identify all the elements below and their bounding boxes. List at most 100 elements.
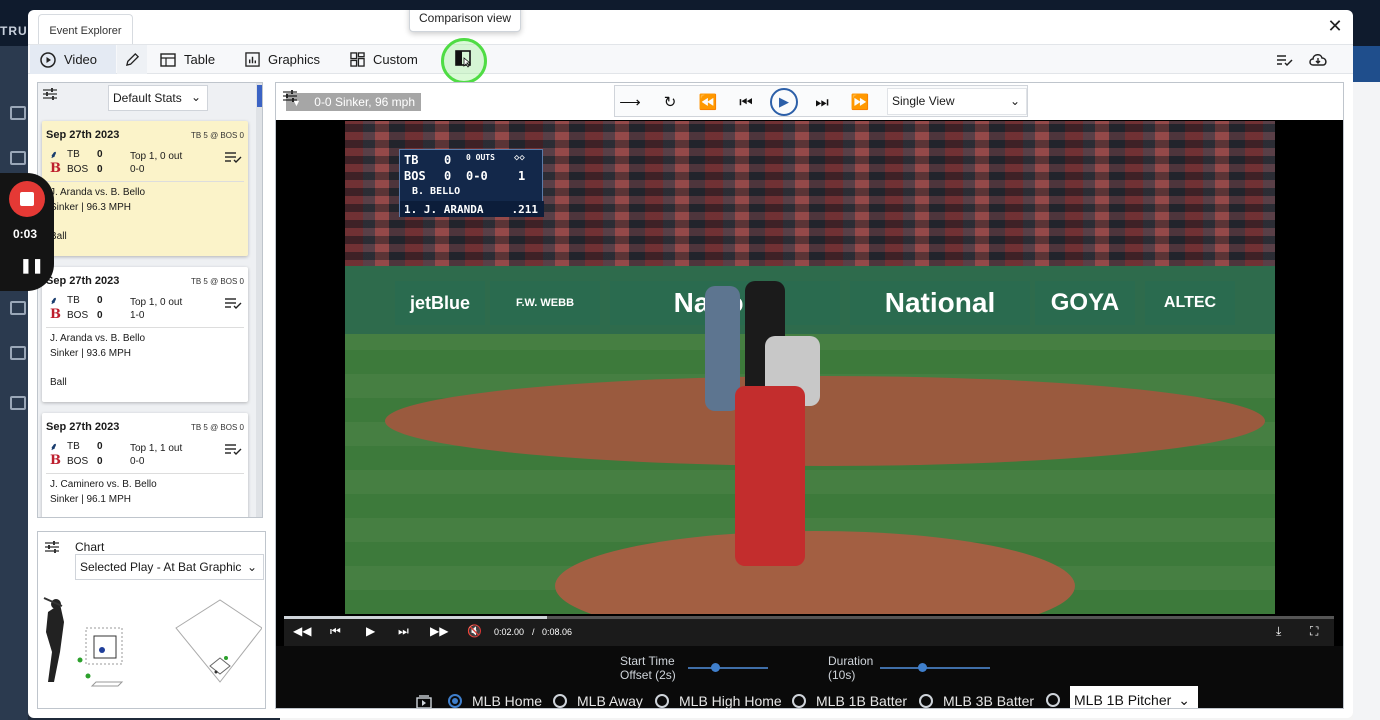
camera-option-mlb-away[interactable]: MLB Away [553,693,643,708]
sidebar-icon[interactable] [10,106,26,120]
fast-forward-icon[interactable]: ▶▶ [430,624,448,638]
stats-select-value: Default Stats [113,91,182,105]
sidebar-icon[interactable] [10,346,26,360]
home-team: BOS [67,456,89,467]
duration-knob[interactable] [918,663,927,672]
radio-unselected [1046,693,1060,707]
filter-sliders-icon[interactable] [42,87,58,101]
camera-select-value: MLB 1B Pitcher [1074,692,1172,708]
start-time-label: Start Time [620,654,675,668]
tab-custom[interactable]: Custom [350,45,418,74]
chart-panel: Chart Selected Play - At Bat Graphic ⌄ [37,531,266,709]
tb-logo-icon: ⸙ [50,296,58,307]
playlist-add-icon[interactable] [224,443,242,457]
comparison-view-tooltip: Comparison view [409,10,522,32]
sb-away: TB [404,153,419,167]
play-icon[interactable]: ▶ [770,88,798,116]
play-card[interactable]: Sep 27th 2023 TB 5 @ BOS 0 ⸙ B TB BOS 0 … [42,267,248,402]
rewind-icon[interactable]: ⏪ [696,90,720,114]
play-inning: Top 1, 0 out [130,151,183,162]
sidebar-icon[interactable] [10,151,26,165]
tab-graphics-label: Graphics [268,52,321,67]
duration-label: Duration [828,654,874,668]
scroll-thumb[interactable] [257,85,262,107]
home-score: 0 [97,310,103,321]
camera-option-mlb-1b-batter[interactable]: MLB 1B Batter [792,693,907,708]
tab-table[interactable]: Table [160,45,215,74]
background-logo: TRU [0,24,28,38]
view-mode-select[interactable]: Single View ⌄ [887,88,1027,115]
skip-previous-icon[interactable]: ⏮ [734,90,758,114]
tv-scoreboard: TB 0 0 OUTS BOS 0 0-0 ◇◇ 1 B. BELLO 1. J… [399,149,544,217]
camera-option-mlb-3b-batter[interactable]: MLB 3B Batter [919,693,1034,708]
edit-button[interactable] [117,45,147,74]
radio-unselected [553,694,567,708]
total-time: 0:08.06 [542,627,573,637]
play-pitch: Sinker | 96.3 MPH [50,202,131,213]
bar-chart-icon [245,52,260,67]
stats-select[interactable]: Default Stats ⌄ [108,85,208,111]
current-time: 0:02.00 [494,627,525,637]
comparison-view-button[interactable] [455,50,471,68]
tab-graphics[interactable]: Graphics [245,45,320,74]
tab-video[interactable]: Video [30,45,116,74]
play-inning: Top 1, 1 out [130,443,183,454]
duration-slider[interactable] [880,667,990,669]
play-card[interactable]: Sep 27th 2023 TB 5 @ BOS 0 ⸙ B TB BOS 0 … [42,413,248,517]
play-circle-icon [40,51,56,68]
pause-icon[interactable]: ❚❚ [20,257,43,274]
play-count: 0-0 [130,456,145,467]
skip-previous-icon[interactable]: ⏮ [330,624,341,639]
stop-recording-button[interactable] [9,181,45,217]
list-scrollbar[interactable] [256,83,262,517]
start-time-knob[interactable] [711,663,720,672]
video-frame[interactable]: jetBlue F.W. WEBB Nationa National GOYA … [345,121,1275,614]
close-button[interactable]: ✕ [1325,16,1345,36]
rewind-icon[interactable]: ◀◀ [293,624,311,638]
card-divider [46,473,244,474]
modal-tab[interactable]: Event Explorer [38,14,133,46]
camera-option-mlb-high-home[interactable]: MLB High Home [655,693,782,708]
background-header-strip [1353,46,1380,82]
chevron-down-icon: ⌄ [246,560,257,574]
arrow-right-icon[interactable]: ⟶ [618,90,642,114]
chart-select[interactable]: Selected Play - At Bat Graphic ⌄ [75,554,264,580]
camera-select[interactable]: MLB 1B Pitcher ⌄ [1070,686,1198,708]
comparison-view-icon [455,50,471,68]
background-right-panel [1353,82,1380,720]
camera-option-custom[interactable] [1046,693,1070,707]
play-inning: Top 1, 0 out [130,297,183,308]
replay-icon[interactable]: ↻ [658,90,682,114]
playlist-add-icon[interactable] [224,297,242,311]
playlist-add-icon[interactable] [224,151,242,165]
sidebar-icon[interactable] [10,301,26,315]
play-card[interactable]: Sep 27th 2023 TB 5 @ BOS 0 ⸙ B TB BOS 0 … [42,121,248,256]
away-team: TB [67,149,80,160]
background-left-sidebar [0,46,28,720]
play-icon[interactable]: ▶ [366,624,375,638]
card-divider [46,181,244,182]
play-count: 1-0 [130,310,145,321]
mute-icon[interactable]: 🔇 [467,624,482,638]
filter-sliders-icon[interactable] [44,540,60,554]
fullscreen-icon[interactable]: ⛶ [1310,624,1318,639]
progress-track[interactable] [284,616,1334,619]
chevron-down-icon: ⌄ [1009,94,1020,108]
camera-option-mlb-home[interactable]: MLB Home [448,693,542,708]
chart-title: Chart [75,540,105,554]
play-pitch: Sinker | 93.6 MPH [50,348,131,359]
sidebar-icon[interactable] [10,396,26,410]
playlist-check-icon [1277,54,1293,66]
start-time-slider[interactable] [688,667,768,669]
clip-label[interactable]: ▼ 0-0 Sinker, 96 mph [286,93,421,111]
tab-custom-label: Custom [373,52,418,67]
home-team: BOS [67,164,89,175]
video-panel: ⟶ ↻ ⏪ ⏮ ▶ ⏭ ⏩ Single View ⌄ jetBlue F.W.… [275,82,1344,709]
playlist-button[interactable] [1276,45,1293,74]
skip-next-icon[interactable]: ⏭ [810,90,834,114]
download-button[interactable] [1308,45,1328,74]
skip-next-icon[interactable]: ⏭ [398,624,409,639]
playback-controls: ⟶ ↻ ⏪ ⏮ ▶ ⏭ ⏩ Single View ⌄ [614,85,1028,117]
fast-forward-icon[interactable]: ⏩ [848,90,872,114]
download-icon[interactable]: ⤓ [1276,624,1281,639]
